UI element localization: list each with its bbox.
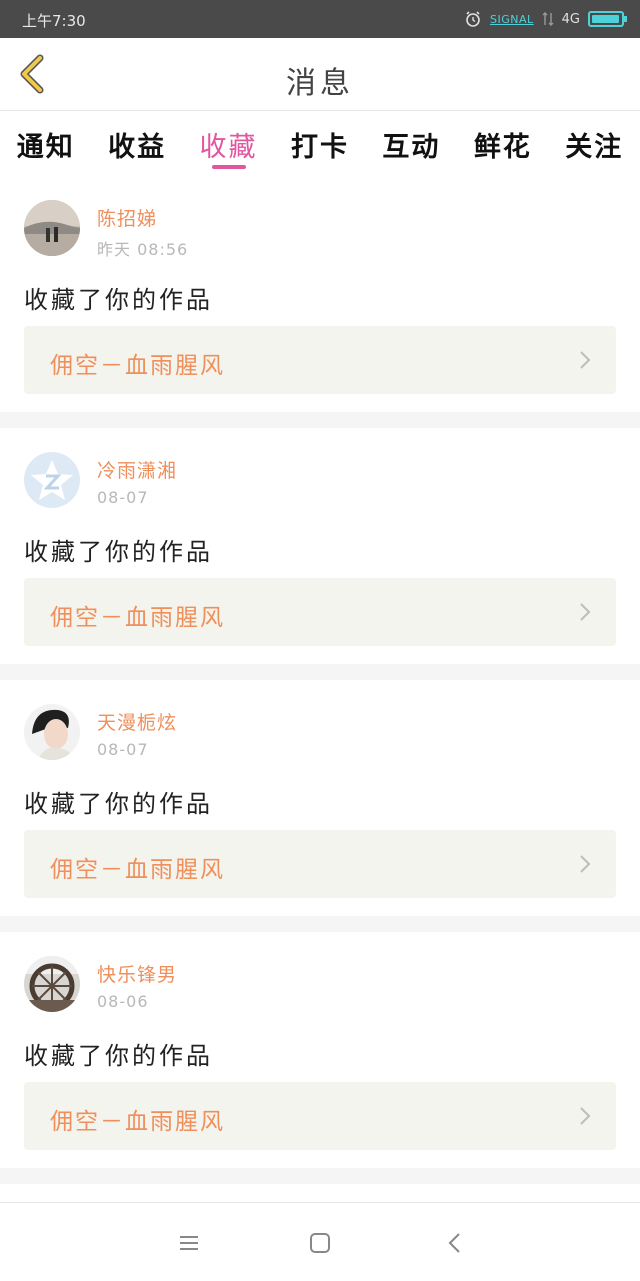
action-text: 收藏了你的作品 [24, 1042, 213, 1070]
network-label: 4G [561, 11, 580, 27]
message-list: 陈招娣 昨天 08:56 收藏了你的作品 佣空－血雨腥风 冷雨潇湘 08-07 收藏了你的作… [0, 176, 640, 1184]
message-item: 天漫栀炫 08-07 收藏了你的作品佣空－血雨腥风 [0, 680, 640, 916]
battery-icon [588, 11, 627, 27]
work-title: 佣空－血雨腥风 [50, 1109, 225, 1135]
chevron-right-icon [580, 855, 591, 873]
username[interactable]: 天漫栀炫 [97, 708, 177, 735]
action-text: 收藏了你的作品 [24, 790, 213, 818]
avatar[interactable] [24, 200, 80, 256]
message-time: 08-06 [97, 992, 149, 1011]
tab-label: 通知 [16, 132, 75, 163]
chevron-right-icon [580, 603, 591, 621]
action-text: 收藏了你的作品 [24, 286, 213, 314]
header: 消息 [0, 38, 640, 111]
username[interactable]: 冷雨潇湘 [97, 456, 177, 483]
message-time: 08-07 [97, 488, 149, 507]
message-item: 冷雨潇湘 08-07 收藏了你的作品佣空－血雨腥风 [0, 428, 640, 664]
data-arrows-icon [542, 12, 554, 26]
chevron-right-icon [580, 1107, 591, 1125]
tab-label: 收藏 [199, 132, 258, 163]
tab-6[interactable]: 关注 [549, 111, 640, 175]
tab-label: 打卡 [290, 132, 349, 163]
work-title: 佣空－血雨腥风 [50, 857, 225, 883]
work-link[interactable]: 佣空－血雨腥风 [24, 326, 616, 394]
tab-label: 收益 [108, 132, 167, 163]
avatar[interactable] [24, 956, 80, 1012]
avatar[interactable] [24, 704, 80, 760]
home-square-icon[interactable] [306, 1229, 334, 1257]
message-time: 昨天 08:56 [97, 240, 189, 259]
message-item: 陈招娣昨天 08:56 收藏了你的作品佣空－血雨腥风 [0, 176, 640, 412]
tab-label: 关注 [565, 132, 624, 163]
page-title: 消息 [286, 66, 354, 101]
list-separator [0, 1168, 640, 1184]
status-icons: SIGNAL 4G [464, 9, 627, 29]
list-separator [0, 664, 640, 680]
tab-4[interactable]: 互动 [366, 111, 457, 175]
username[interactable]: 陈招娣 [97, 204, 157, 231]
work-link[interactable]: 佣空－血雨腥风 [24, 1082, 616, 1150]
tab-3[interactable]: 打卡 [274, 111, 365, 175]
message-time: 08-07 [97, 740, 149, 759]
tab-label: 互动 [382, 132, 441, 163]
battery-fill [592, 15, 619, 23]
signal-label: SIGNAL [490, 12, 534, 26]
list-separator [0, 916, 640, 932]
menu-icon[interactable] [175, 1229, 203, 1257]
work-title: 佣空－血雨腥风 [50, 353, 225, 379]
active-tab-indicator [211, 165, 246, 169]
list-separator [0, 412, 640, 428]
status-bar: 上午7:30 SIGNAL 4G [0, 0, 640, 38]
system-nav-bar [0, 1202, 640, 1281]
work-title: 佣空－血雨腥风 [50, 605, 225, 631]
work-link[interactable]: 佣空－血雨腥风 [24, 578, 616, 646]
tab-bar: 通知 收益 收藏 打卡 互动 鲜花 关注 [0, 111, 640, 175]
action-text: 收藏了你的作品 [24, 538, 213, 566]
tab-0[interactable]: 通知 [0, 111, 91, 175]
back-arrow-icon[interactable] [441, 1229, 469, 1257]
work-link[interactable]: 佣空－血雨腥风 [24, 830, 616, 898]
status-time: 上午7:30 [22, 12, 86, 30]
chevron-right-icon [580, 351, 591, 369]
tab-5[interactable]: 鲜花 [457, 111, 548, 175]
tab-label: 鲜花 [473, 132, 532, 163]
tab-2[interactable]: 收藏 [183, 111, 274, 175]
avatar[interactable] [24, 452, 80, 508]
tab-1[interactable]: 收益 [91, 111, 182, 175]
alarm-icon [466, 11, 480, 27]
message-item: 快乐锋男 08-06 收藏了你的作品佣空－血雨腥风 [0, 932, 640, 1168]
username[interactable]: 快乐锋男 [97, 960, 177, 987]
